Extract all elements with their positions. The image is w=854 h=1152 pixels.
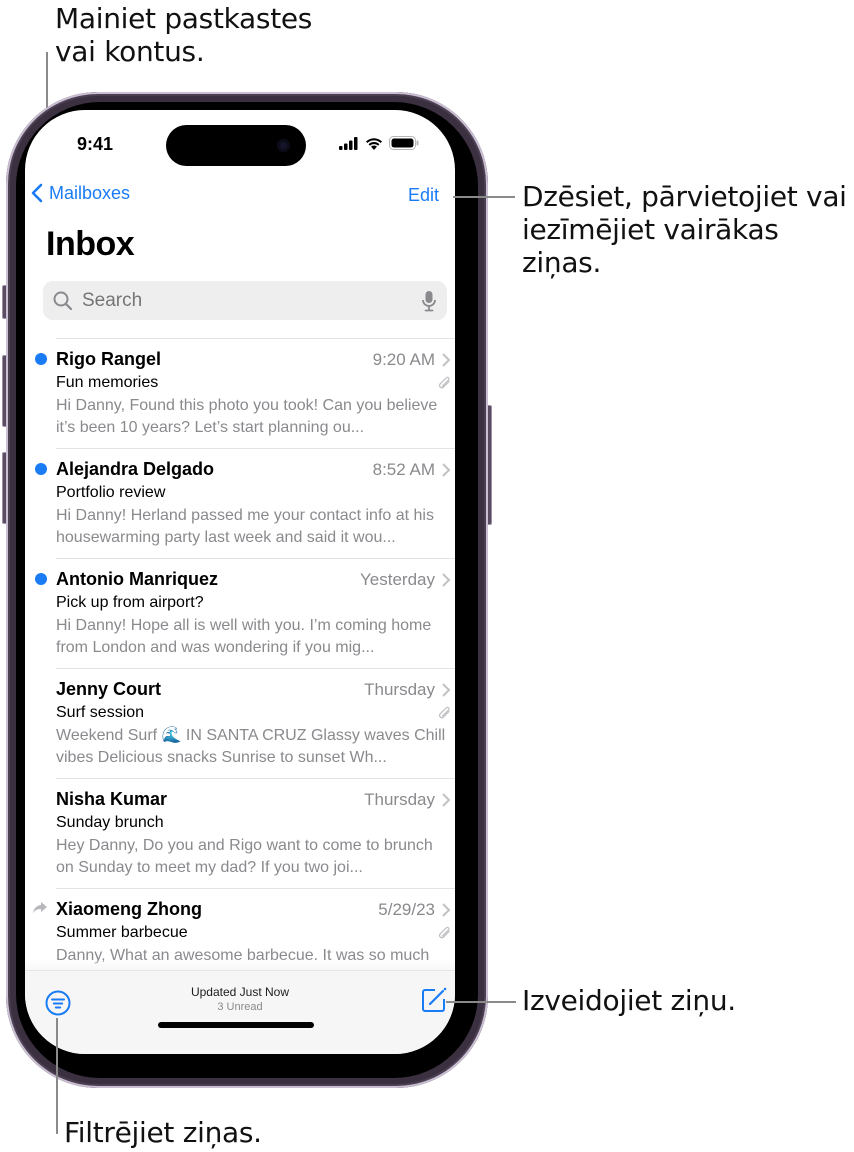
message-sender: Xiaomeng Zhong	[56, 899, 202, 919]
message-date: 5/29/23	[378, 900, 435, 919]
callout-leader-edit	[453, 196, 515, 198]
chevron-right-icon	[442, 793, 451, 807]
battery-icon	[389, 136, 419, 150]
callout-leader-filter	[56, 1018, 58, 1134]
chevron-right-icon	[442, 463, 451, 477]
message-sender: Jenny Court	[56, 679, 162, 699]
callout-compose: Izveidojiet ziņu.	[522, 984, 736, 1017]
search-icon	[53, 291, 73, 310]
message-preview: Hi Danny! Herland passed me your contact…	[56, 507, 434, 546]
status-icons	[339, 136, 419, 150]
callout-edit-line2: iezīmējiet vairākas ziņas.	[522, 213, 779, 279]
message-date: Yesterday	[360, 570, 435, 589]
toolbar-status: Updated Just Now 3 Unread	[25, 985, 455, 1013]
message-subject: Sunday brunch	[56, 814, 164, 831]
chevron-right-icon	[442, 903, 451, 917]
mailboxes-back-button[interactable]: Mailboxes	[25, 182, 130, 204]
page-title: Inbox	[46, 225, 135, 263]
message-row[interactable]: Alejandra Delgado 8:52 AM Portfolio revi…	[35, 448, 455, 558]
unread-dot-icon	[35, 353, 47, 365]
search-field[interactable]	[43, 281, 447, 320]
message-preview: Weekend Surf 🌊 IN SANTA CRUZ Glassy wave…	[56, 727, 446, 766]
attachment-paperclip-icon	[438, 706, 450, 719]
unread-dot-icon	[35, 573, 47, 585]
callout-edit: Dzēsiet, pārvietojiet vai iezīmējiet vai…	[522, 180, 854, 279]
message-subject: Pick up from airport?	[56, 594, 204, 611]
screen: 9:41 Mailboxes Edit Inbox Rigo Rangel 9:…	[25, 110, 455, 1054]
chevron-left-icon	[31, 183, 43, 203]
chevron-right-icon	[442, 683, 451, 697]
callout-leader-compose	[446, 1001, 516, 1003]
attachment-paperclip-icon	[438, 926, 450, 939]
unread-dot-icon	[35, 463, 47, 475]
edit-button[interactable]: Edit	[408, 185, 439, 206]
replied-arrow-icon	[33, 902, 47, 914]
message-subject: Surf session	[56, 704, 145, 721]
message-row[interactable]: Antonio Manriquez Yesterday Pick up from…	[35, 558, 455, 668]
message-subject: Fun memories	[56, 374, 159, 391]
message-sender: Antonio Manriquez	[56, 569, 218, 589]
callout-mailboxes-line2: vai kontus.	[55, 35, 205, 68]
search-input[interactable]	[80, 288, 404, 313]
callout-mailboxes: Mainiet pastkastes vai kontus.	[55, 2, 312, 68]
message-date: Thursday	[364, 790, 435, 809]
message-sender: Nisha Kumar	[56, 789, 168, 809]
callout-filter: Filtrējiet ziņas.	[64, 1116, 262, 1149]
message-row[interactable]: Jenny Court Thursday Surf session Weeken…	[56, 668, 455, 778]
message-preview: Hi Danny, Found this photo you took! Can…	[56, 397, 438, 436]
message-sender: Rigo Rangel	[56, 349, 162, 369]
message-list: Rigo Rangel 9:20 AM Fun memories Hi Dann…	[33, 338, 455, 998]
callout-mailboxes-line1: Mainiet pastkastes	[55, 2, 313, 35]
message-date: 8:52 AM	[372, 460, 435, 479]
chevron-right-icon	[442, 353, 451, 367]
message-date: Thursday	[364, 680, 435, 699]
dynamic-island	[166, 125, 306, 166]
bottom-toolbar: Updated Just Now 3 Unread	[25, 970, 455, 1054]
home-indicator	[158, 1022, 314, 1028]
status-time: 9:41	[77, 134, 114, 154]
message-row[interactable]: Rigo Rangel 9:20 AM Fun memories Hi Dann…	[35, 338, 455, 448]
message-preview: Hi Danny! Hope all is well with you. I’m…	[56, 617, 432, 656]
cellular-signal-icon	[339, 136, 358, 150]
message-subject: Summer barbecue	[56, 924, 188, 941]
chevron-right-icon	[442, 573, 451, 587]
message-date: 9:20 AM	[372, 350, 435, 369]
mailboxes-back-label: Mailboxes	[49, 182, 131, 203]
unread-count: 3 Unread	[217, 1001, 263, 1013]
message-row[interactable]: Nisha Kumar Thursday Sunday brunch Hey D…	[56, 778, 455, 888]
message-subject: Portfolio review	[56, 484, 166, 501]
microphone-icon[interactable]	[421, 290, 437, 312]
camera-icon	[277, 139, 290, 152]
wifi-icon	[366, 137, 382, 150]
message-preview: Hey Danny, Do you and Rigo want to come …	[56, 837, 433, 876]
compose-icon[interactable]	[421, 987, 447, 1013]
message-sender: Alejandra Delgado	[56, 459, 215, 479]
callout-edit-line1: Dzēsiet, pārvietojiet vai	[522, 180, 847, 213]
updated-status: Updated Just Now	[190, 985, 290, 999]
attachment-paperclip-icon	[438, 376, 450, 389]
